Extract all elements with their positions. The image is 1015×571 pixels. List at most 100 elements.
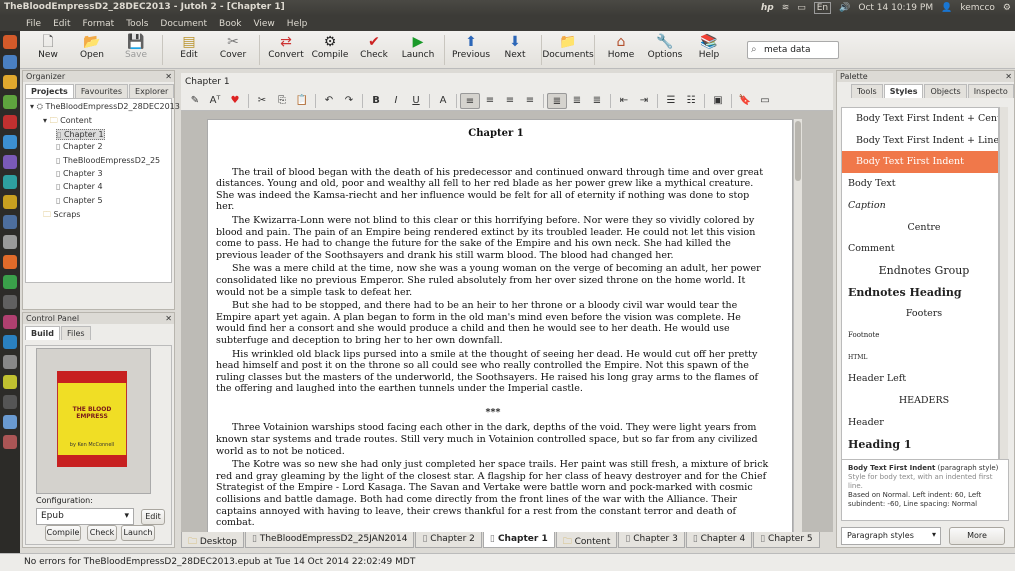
menu-format[interactable]: Format <box>83 19 115 29</box>
launcher-app-icon[interactable] <box>3 335 17 349</box>
style-item[interactable]: Header <box>842 412 998 434</box>
tab-objects[interactable]: Objects <box>924 84 967 98</box>
tree-item[interactable]: ▯ Chapter 5 <box>56 196 103 205</box>
launcher-app-icon[interactable] <box>3 35 17 49</box>
launcher-app-icon[interactable] <box>3 395 17 409</box>
user-name[interactable]: kemcco <box>960 3 995 13</box>
tab-projects[interactable]: Projects <box>25 84 74 98</box>
tab-favourites[interactable]: Favourites <box>74 84 129 98</box>
tree-item[interactable]: ▾ ⛭ TheBloodEmpressD2_28DEC2013 <box>30 102 180 112</box>
align-center-icon[interactable]: ≡ <box>480 93 500 109</box>
line-spacing-single-icon[interactable]: ≣ <box>547 92 567 109</box>
convert-button[interactable]: ⇄ Convert <box>264 31 308 60</box>
battery-icon[interactable]: ▭ <box>797 3 806 13</box>
compile-button[interactable]: Compile <box>45 525 81 541</box>
launcher-app-icon[interactable] <box>3 55 17 69</box>
tab-tools[interactable]: Tools <box>851 84 883 98</box>
align-left-icon[interactable]: ≡ <box>460 92 480 109</box>
doc-tab-desktop[interactable]: 🗀 Desktop <box>181 532 244 548</box>
style-item[interactable]: HTML <box>842 347 998 369</box>
doc-tab-chapter-3[interactable]: ▯ Chapter 3 <box>618 532 685 548</box>
font-size-icon[interactable]: Aᵀ <box>205 93 225 109</box>
insert-image-icon[interactable]: ▣ <box>708 93 728 109</box>
edit-configuration-button[interactable]: Edit <box>141 509 165 525</box>
style-item[interactable]: Body Text <box>842 173 998 195</box>
new-button[interactable]: 🗋 New <box>26 31 70 60</box>
justify-icon[interactable]: ≡ <box>520 93 540 109</box>
options-button[interactable]: 🔧 Options <box>643 31 687 60</box>
bold-icon[interactable]: B <box>366 93 386 109</box>
documents-button[interactable]: 📁 Documents <box>542 31 593 60</box>
editor-scrollbar[interactable] <box>793 119 802 539</box>
copy-icon[interactable]: ⎘ <box>272 93 292 109</box>
document-page[interactable]: Chapter 1 The trail of blood began with … <box>207 119 793 539</box>
tree-item[interactable]: ▯ Chapter 1 <box>56 128 105 140</box>
style-item[interactable]: Footers <box>842 303 998 325</box>
style-item[interactable]: Caption <box>842 195 998 217</box>
scrollbar-thumb[interactable] <box>795 121 801 181</box>
underline-icon[interactable]: U <box>406 93 426 109</box>
bullet-list-icon[interactable]: ☰ <box>661 93 681 109</box>
pen-icon[interactable]: ✎ <box>185 93 205 109</box>
style-item[interactable]: Endnotes Group <box>842 260 998 282</box>
user-icon[interactable]: 👤 <box>941 3 952 13</box>
launcher-app-icon[interactable] <box>3 95 17 109</box>
menu-edit[interactable]: Edit <box>53 19 70 29</box>
launcher-app-icon[interactable] <box>3 75 17 89</box>
tab-inspecto[interactable]: Inspecto <box>967 84 1014 98</box>
search-box[interactable]: ⌕ meta data <box>747 41 839 59</box>
style-item[interactable]: Footnote <box>842 325 998 347</box>
compile-button[interactable]: ⚙ Compile <box>308 31 352 60</box>
style-item[interactable]: HEADERS <box>842 390 998 412</box>
check-button[interactable]: Check <box>87 525 117 541</box>
tree-item[interactable]: ▯ Chapter 2 <box>56 142 103 151</box>
style-item[interactable]: Body Text First Indent + Line S <box>842 130 998 152</box>
launcher-app-icon[interactable] <box>3 175 17 189</box>
doc-tab-content[interactable]: 🗀 Content <box>555 532 618 548</box>
launcher-app-icon[interactable] <box>3 435 17 449</box>
style-item[interactable]: Header Left <box>842 368 998 390</box>
style-filter-select[interactable]: Paragraph styles ▾ <box>841 527 941 545</box>
align-right-icon[interactable]: ≡ <box>500 93 520 109</box>
launcher-app-icon[interactable] <box>3 115 17 129</box>
tab-explorer[interactable]: Explorer <box>129 84 175 98</box>
style-item[interactable]: Centre <box>842 217 998 239</box>
menu-file[interactable]: File <box>26 19 41 29</box>
launcher-app-icon[interactable] <box>3 375 17 389</box>
insert-object-icon[interactable]: ▭ <box>755 93 775 109</box>
style-item[interactable]: Heading 1 <box>842 434 998 456</box>
cover-button[interactable]: ✂ Cover <box>211 31 255 60</box>
doc-tab-chapter-4[interactable]: ▯ Chapter 4 <box>685 532 753 548</box>
volume-icon[interactable]: 🔊 <box>839 3 850 13</box>
outdent-icon[interactable]: ⇤ <box>614 93 634 109</box>
menu-view[interactable]: View <box>253 19 274 29</box>
styles-scrollbar[interactable] <box>999 107 1008 489</box>
save-button[interactable]: 💾 Save <box>114 31 158 60</box>
tree-item[interactable]: ▯ TheBloodEmpressD2_25 <box>56 156 160 165</box>
undo-icon[interactable]: ↶ <box>319 93 339 109</box>
more-button[interactable]: More <box>949 527 1005 545</box>
tree-item[interactable]: ▯ Chapter 4 <box>56 182 103 191</box>
line-spacing-double-icon[interactable]: ≣ <box>587 93 607 109</box>
launcher-app-icon[interactable] <box>3 315 17 329</box>
menu-help[interactable]: Help <box>287 19 308 29</box>
open-button[interactable]: 📂 Open <box>70 31 114 60</box>
launcher-app-icon[interactable] <box>3 215 17 229</box>
close-icon[interactable]: ✕ <box>1005 71 1012 82</box>
clock[interactable]: Oct 14 10:19 PM <box>858 3 933 13</box>
redo-icon[interactable]: ↷ <box>339 93 359 109</box>
launcher-app-icon[interactable] <box>3 275 17 289</box>
tab-files[interactable]: Files <box>61 326 91 340</box>
numbered-list-icon[interactable]: ☷ <box>681 93 701 109</box>
tab-build[interactable]: Build <box>25 326 61 340</box>
style-item[interactable]: Comment <box>842 238 998 260</box>
cut-icon[interactable]: ✂ <box>252 93 272 109</box>
doc-tab-chapter-2[interactable]: ▯ Chapter 2 <box>415 532 482 548</box>
search-input[interactable]: meta data <box>764 45 810 55</box>
launch-button[interactable]: Launch <box>121 525 155 541</box>
next-button[interactable]: ⬇ Next <box>493 31 537 60</box>
italic-icon[interactable]: I <box>386 93 406 109</box>
edit-button[interactable]: ▤ Edit <box>167 31 211 60</box>
launcher-app-icon[interactable] <box>3 155 17 169</box>
text-color-icon[interactable]: A <box>433 93 453 109</box>
